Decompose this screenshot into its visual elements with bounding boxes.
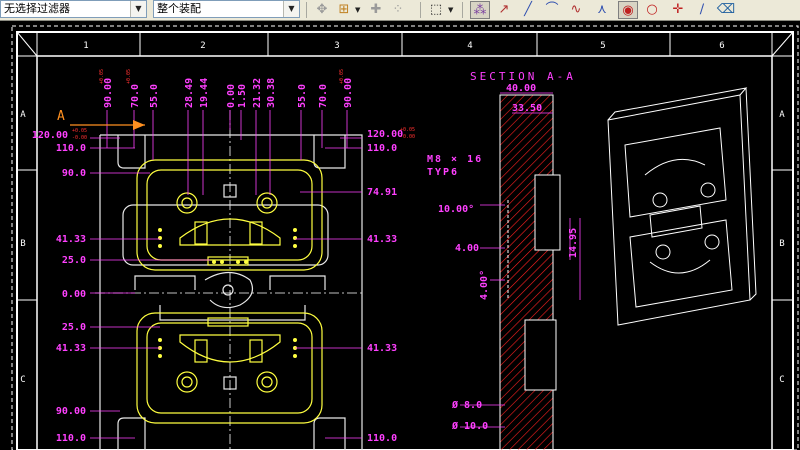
column-label: 1: [83, 41, 88, 51]
row-label: A: [779, 110, 785, 120]
left-dim-value: 90.00: [56, 406, 86, 417]
center-point-icon[interactable]: ◉: [618, 1, 638, 19]
offset-dim: 4.00: [455, 243, 479, 254]
chevron-down-icon[interactable]: ▼: [355, 1, 363, 19]
row-label: B: [779, 239, 784, 249]
curve-icon[interactable]: ⌒: [542, 1, 562, 19]
top-dim-value: 1.50: [237, 84, 248, 108]
column-label: 6: [719, 41, 724, 51]
section-width-1: 40.00: [506, 83, 536, 94]
chevron-down-icon[interactable]: ▼: [448, 1, 456, 19]
depth-dim: 14.95: [568, 228, 579, 258]
select-rectangle-icon[interactable]: ⬚: [426, 1, 446, 19]
left-dimensions: 120.00 110.0 90.0 41.33 25.0 0.00 25.0 4…: [32, 130, 86, 444]
left-dim-value: 41.33: [56, 234, 86, 245]
top-tolerances: +0.05 +0.05 +0.05: [99, 69, 345, 84]
left-dim-value: 90.0: [62, 168, 86, 179]
column-label: 5: [600, 41, 605, 51]
snap-point-icon[interactable]: ⊞: [334, 1, 354, 19]
section-view: [499, 94, 561, 450]
row-label: B: [20, 239, 25, 249]
line-icon[interactable]: ╱: [518, 1, 538, 19]
top-dim-value: 70.0: [130, 84, 141, 108]
point-icon[interactable]: ⁘: [388, 1, 408, 19]
right-dimensions: 120.00 110.0 74.91 41.33 41.33 110.0: [367, 129, 403, 444]
left-dim-value: 25.0: [62, 255, 86, 266]
section-marker-letter: A: [57, 109, 65, 124]
left-dim-value: 110.0: [56, 433, 86, 444]
top-dim-value: 55.0: [297, 84, 308, 108]
angle-dim: 10.00°: [438, 204, 474, 215]
thread-label-type: TYP6: [427, 167, 459, 178]
circle-icon[interactable]: ○: [642, 1, 662, 19]
right-dim-value: 41.33: [367, 234, 397, 245]
hole-dia-2: Ø 10.0: [451, 420, 488, 432]
assembly-scope-dropdown[interactable]: 整个装配 ▼: [153, 0, 300, 18]
toolbar-separator: [306, 2, 307, 18]
row-label: C: [20, 375, 25, 385]
move-icon[interactable]: ✥: [312, 1, 332, 19]
chevron-down-icon[interactable]: ▼: [283, 1, 299, 17]
column-label: 2: [200, 41, 205, 51]
row-label: C: [779, 375, 784, 385]
cross-icon[interactable]: ✛: [668, 1, 688, 19]
tolerance-plus: +0.05: [126, 69, 132, 84]
section-width-2: 33.50: [512, 103, 542, 114]
tolerance-minus: -0.00: [400, 134, 415, 140]
top-dim-value: 0.00: [226, 84, 237, 108]
top-dim-value: 55.0: [149, 84, 160, 108]
left-dim-value: 120.00: [32, 130, 68, 141]
offset-dim-vertical: 4.00°: [479, 270, 490, 300]
eraser-icon[interactable]: ⌫: [716, 1, 736, 19]
right-dim-value: 74.91: [367, 187, 397, 198]
assembly-scope-value: 整个装配: [157, 2, 201, 15]
section-cut-marker: A: [57, 109, 145, 130]
top-dim-value: 19.44: [199, 78, 210, 108]
toolbar-separator: [420, 2, 421, 18]
right-tolerances: +0.05 -0.00: [400, 127, 415, 140]
top-dim-value: 21.32: [252, 78, 263, 108]
toolbar: 无选择过滤器 ▼ 整个装配 ▼ ✥ ⊞ ▼ ✚ ⁘ ⬚ ▼ ⁂ ↗ ╱ ⌒ ∿ …: [0, 0, 800, 21]
left-dim-value: 41.33: [56, 343, 86, 354]
slash-icon[interactable]: ∕: [692, 1, 712, 19]
right-dim-value: 110.0: [367, 433, 397, 444]
top-dim-value: 28.49: [184, 78, 195, 108]
grid-snap-icon[interactable]: ⁂: [470, 1, 490, 19]
top-dim-value: 70.0: [318, 84, 329, 108]
top-dim-value: 30.38: [266, 78, 277, 108]
isometric-view: [607, 87, 757, 326]
arrow-line-icon[interactable]: ↗: [494, 1, 514, 19]
tolerance-plus: +0.05: [339, 69, 345, 84]
tolerance-plus: +0.05: [400, 127, 415, 133]
hole-dia-1: Ø 8.0: [451, 399, 482, 411]
left-dim-value: 25.0: [62, 322, 86, 333]
column-label: 4: [467, 41, 472, 51]
top-dimensions: 90.00 70.0 55.0 28.49 19.44 0.00 1.50 21…: [103, 78, 354, 108]
thread-label: M8 × 16: [427, 154, 483, 165]
plus-icon[interactable]: ✚: [366, 1, 386, 19]
tolerance-plus: +0.05: [99, 69, 105, 84]
chevron-down-icon[interactable]: ▼: [130, 1, 146, 17]
spline-icon[interactable]: ∿: [566, 1, 586, 19]
left-tolerances: +0.05 -0.00: [72, 128, 87, 141]
right-dim-value: 41.33: [367, 343, 397, 354]
tolerance-plus: +0.05: [72, 128, 87, 134]
mold-plate-view: [99, 134, 363, 450]
left-dim-value: 0.00: [62, 289, 86, 300]
section-title: SECTION A-A: [470, 70, 576, 83]
toolbar-separator: [462, 2, 463, 18]
right-dim-value: 110.0: [367, 143, 397, 154]
right-dim-value: 120.00: [367, 129, 403, 140]
column-label: 3: [334, 41, 339, 51]
tolerance-minus: -0.00: [72, 135, 87, 141]
intersection-icon[interactable]: ⋏: [592, 1, 612, 19]
left-dim-value: 110.0: [56, 143, 86, 154]
selection-filter-value: 无选择过滤器: [4, 2, 70, 15]
drawing-canvas[interactable]: 1 2 3 4 5 6 A B C A B C A 90.00 70.0 55.…: [0, 21, 800, 450]
row-label: A: [20, 110, 26, 120]
selection-filter-dropdown[interactable]: 无选择过滤器 ▼: [0, 0, 147, 18]
cavity-profiles: [136, 159, 323, 424]
